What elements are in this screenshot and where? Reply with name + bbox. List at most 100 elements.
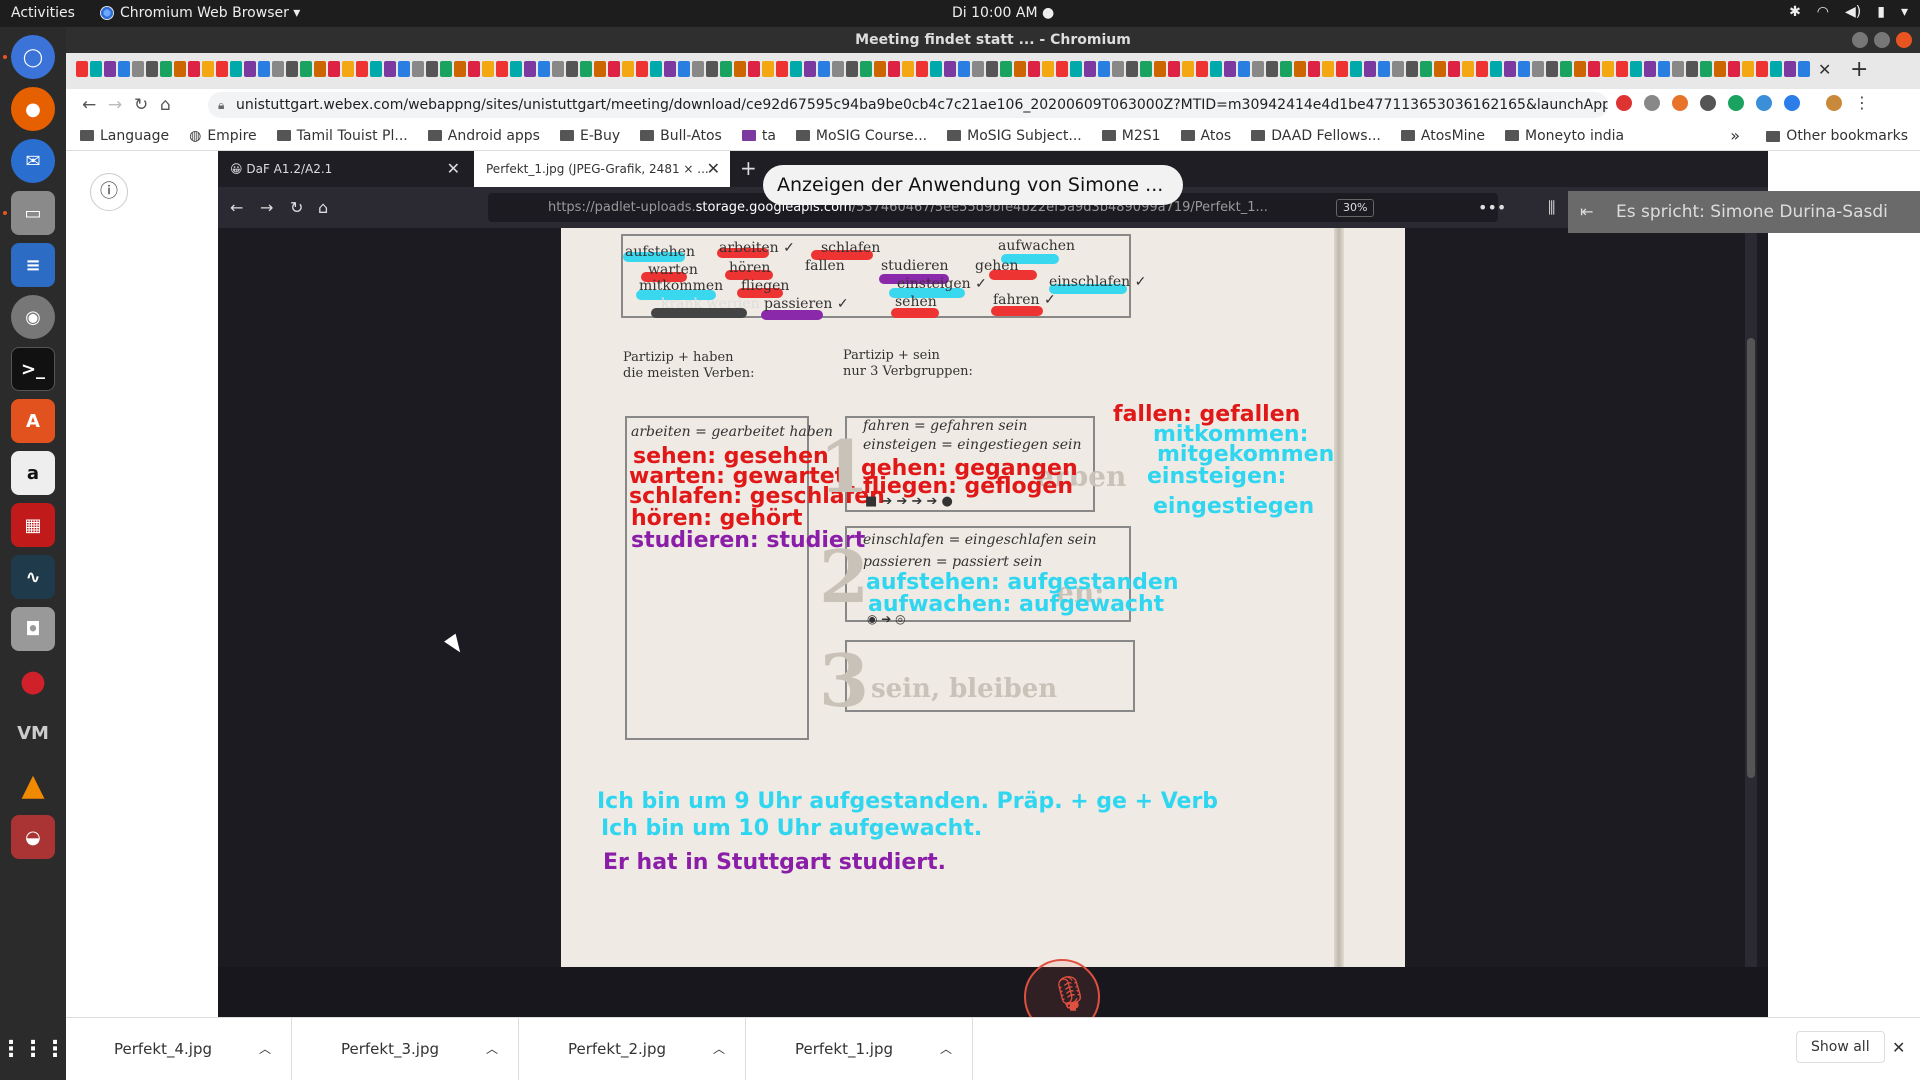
pinned-tab-favicon[interactable] — [1462, 61, 1474, 77]
pinned-tab-favicon[interactable] — [524, 61, 536, 77]
download-item[interactable]: Perfekt_2.jpg ︿ — [520, 1018, 746, 1080]
new-tab-button[interactable]: + — [1850, 57, 1868, 82]
pinned-tab-favicon[interactable] — [244, 61, 256, 77]
pinned-tab-favicon[interactable] — [258, 61, 270, 77]
pinned-tab-favicon[interactable] — [412, 61, 424, 77]
pinned-tab-favicon[interactable] — [482, 61, 494, 77]
pinned-tab-favicon[interactable] — [1700, 61, 1712, 77]
pinned-tab-favicon[interactable] — [468, 61, 480, 77]
terminal-dock-icon[interactable]: >_ — [11, 347, 55, 391]
bookmark-item[interactable]: Android apps — [427, 128, 540, 144]
pinned-tab-favicon[interactable] — [706, 61, 718, 77]
collapse-icon[interactable]: ⇤ — [1580, 191, 1593, 233]
pinned-tab-favicon[interactable] — [1280, 61, 1292, 77]
pinned-tab-favicon[interactable] — [342, 61, 354, 77]
pinned-tab-favicon[interactable] — [132, 61, 144, 77]
pinned-tab-favicon[interactable] — [832, 61, 844, 77]
pinned-tab-favicon[interactable] — [538, 61, 550, 77]
pinned-tab-favicon[interactable] — [76, 61, 88, 77]
pinned-tab-favicon[interactable] — [636, 61, 648, 77]
extension-icon[interactable] — [1756, 95, 1772, 111]
writer-dock-icon[interactable]: ≡ — [11, 243, 55, 287]
active-speaker-banner[interactable]: ⇤ Es spricht: Simone Durina-Sasdi — [1568, 191, 1920, 233]
bookmark-item[interactable]: E-Buy — [559, 128, 620, 144]
chevron-up-icon[interactable]: ︿ — [259, 1018, 271, 1080]
pinned-tab-favicon[interactable] — [1014, 61, 1026, 77]
pinned-tab-favicon[interactable] — [286, 61, 298, 77]
pinned-tab-favicon[interactable] — [1742, 61, 1754, 77]
pinned-tab-favicon[interactable] — [440, 61, 452, 77]
chevron-up-icon[interactable]: ︿ — [940, 1018, 952, 1080]
bookmark-item[interactable]: ◍ Empire — [189, 128, 257, 144]
pinned-tab-favicon[interactable] — [1448, 61, 1460, 77]
amazon-dock-icon[interactable]: a — [11, 451, 55, 495]
pinned-tab-favicon[interactable] — [1252, 61, 1264, 77]
pinned-tab-favicon[interactable] — [328, 61, 340, 77]
pinned-tab-favicon[interactable] — [748, 61, 760, 77]
download-item[interactable]: Perfekt_1.jpg ︿ — [747, 1018, 973, 1080]
extension-icon[interactable] — [1784, 95, 1800, 111]
pinned-tab-favicon[interactable] — [1406, 61, 1418, 77]
bookmarks-overflow-icon[interactable]: » — [1730, 126, 1740, 145]
rhythmbox-dock-icon[interactable]: ◉ — [11, 295, 55, 339]
system-tray[interactable]: ✱ ◠ ◀) ▮ ▾ — [1789, 4, 1908, 20]
pinned-tab-favicon[interactable] — [1518, 61, 1530, 77]
close-window-button[interactable] — [1896, 32, 1912, 48]
lock-icon[interactable]: 🔒︎ — [218, 92, 224, 118]
close-tab-icon[interactable]: ✕ — [1818, 60, 1831, 79]
pinned-tab-favicon[interactable] — [930, 61, 942, 77]
volume-icon[interactable]: ◀) — [1845, 4, 1861, 20]
back-icon[interactable]: ← — [82, 95, 96, 115]
software-center-dock-icon[interactable]: A — [11, 399, 55, 443]
pinned-tab-favicon[interactable] — [846, 61, 858, 77]
pinned-tab-favicon[interactable] — [1364, 61, 1376, 77]
reload-icon[interactable]: ↻ — [134, 95, 148, 115]
pinned-tab-favicon[interactable] — [1476, 61, 1488, 77]
app-dock-icon[interactable]: ◒ — [11, 815, 55, 859]
menu-icon[interactable]: ⋮ — [1854, 95, 1870, 111]
home-icon[interactable]: ⌂ — [160, 95, 171, 115]
profile-avatar[interactable] — [1826, 95, 1842, 111]
pinned-tab-favicon[interactable] — [216, 61, 228, 77]
pinned-tab-favicon[interactable] — [1504, 61, 1516, 77]
pinned-tab-favicon[interactable] — [370, 61, 382, 77]
pinned-tab-favicon[interactable] — [720, 61, 732, 77]
pinned-tab-favicon[interactable] — [608, 61, 620, 77]
thunderbird-dock-icon[interactable]: ✉ — [11, 139, 55, 183]
vim-dock-icon[interactable]: VM — [11, 711, 55, 755]
pinned-tab-favicon[interactable] — [510, 61, 522, 77]
clock[interactable]: Di 10:00 AM ● — [952, 5, 1054, 21]
forward-icon[interactable]: → — [108, 95, 122, 115]
pinned-tab-favicon[interactable] — [496, 61, 508, 77]
pinned-tab-favicon[interactable] — [944, 61, 956, 77]
bluetooth-icon[interactable]: ✱ — [1789, 4, 1801, 20]
bookmark-item[interactable]: Moneyto india — [1505, 128, 1624, 144]
system-monitor-dock-icon[interactable]: ∿ — [11, 555, 55, 599]
files-dock-icon[interactable]: ▭ — [11, 191, 55, 235]
pinned-tab-favicon[interactable] — [1532, 61, 1544, 77]
pinned-tab-favicon[interactable] — [1434, 61, 1446, 77]
pinned-tab-favicon[interactable] — [1546, 61, 1558, 77]
bookmark-item[interactable]: ta — [741, 128, 776, 144]
pinned-tab-favicon[interactable] — [272, 61, 284, 77]
pinned-tab-favicon[interactable] — [1210, 61, 1222, 77]
pinned-tab-favicon[interactable] — [1602, 61, 1614, 77]
pinned-tab-favicon[interactable] — [398, 61, 410, 77]
pinned-tab-favicon[interactable] — [1126, 61, 1138, 77]
bookmark-item[interactable]: Language — [80, 128, 169, 144]
pinned-tab-favicon[interactable] — [1154, 61, 1166, 77]
pinned-tab-favicon[interactable] — [1224, 61, 1236, 77]
pinned-tab-favicon[interactable] — [734, 61, 746, 77]
pinned-tab-favicon[interactable] — [650, 61, 662, 77]
power-menu-icon[interactable]: ▾ — [1901, 4, 1908, 20]
pinned-tab-favicon[interactable] — [1490, 61, 1502, 77]
pinned-tab-favicon[interactable] — [1322, 61, 1334, 77]
pinned-tab-favicon[interactable] — [972, 61, 984, 77]
pinned-tab-favicon[interactable] — [1140, 61, 1152, 77]
pinned-tab-favicon[interactable] — [1644, 61, 1656, 77]
app-menu[interactable]: Chromium Web Browser ▾ — [100, 5, 300, 21]
pinned-tab-favicon[interactable] — [902, 61, 914, 77]
pinned-tab-favicon[interactable] — [1378, 61, 1390, 77]
pinned-tab-favicon[interactable] — [1028, 61, 1040, 77]
pinned-tab-favicon[interactable] — [1714, 61, 1726, 77]
